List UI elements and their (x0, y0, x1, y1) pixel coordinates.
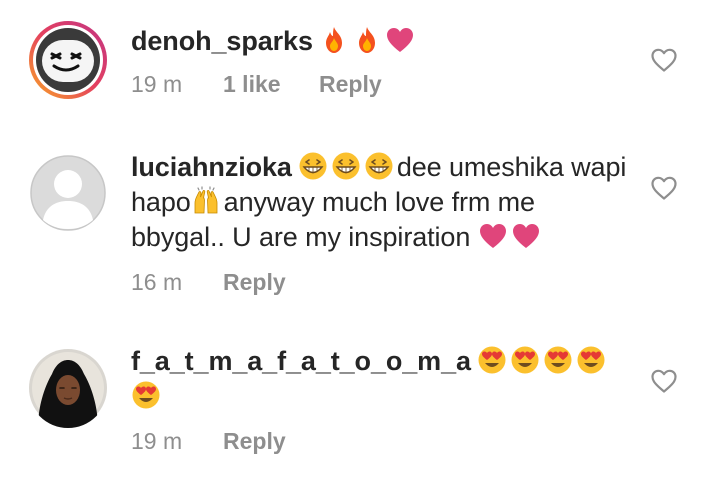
pink-heart-emoji (385, 25, 415, 55)
reply-button[interactable]: Reply (223, 426, 286, 456)
comment-text: denoh_sparks (131, 24, 631, 59)
comment-timestamp: 19 m (131, 428, 183, 454)
reply-button[interactable]: Reply (223, 267, 286, 297)
raising-hands-emoji (191, 186, 221, 216)
avatar-image (29, 349, 107, 428)
heart-eyes-emoji (543, 345, 573, 375)
heart-eyes-emoji (477, 345, 507, 375)
fire-emoji (352, 25, 382, 55)
comment-timestamp: 19 m (131, 71, 183, 97)
default-avatar-icon (30, 155, 106, 231)
pink-heart-emoji (511, 221, 541, 251)
comments-screen: denoh_sparks 19 m1 like Reply luciahnziok… (0, 0, 720, 478)
like-heart-icon[interactable] (650, 175, 678, 201)
avatar[interactable] (28, 348, 108, 428)
comment-username[interactable]: denoh_sparks (131, 26, 313, 56)
reply-button[interactable]: Reply (319, 69, 382, 99)
comment-meta: 19 m Reply (131, 426, 631, 456)
comment-text: luciahnzioka dee umeshika wapi hapo anyway… (131, 150, 631, 255)
comment-timestamp: 16 m (131, 269, 183, 295)
avatar[interactable] (28, 153, 108, 233)
heart-eyes-emoji (576, 345, 606, 375)
comment-meta: 19 m 1 like Reply (131, 69, 631, 99)
avatar[interactable] (28, 20, 108, 100)
grinning-squint-emoji (331, 151, 361, 181)
comment-text: f_a_t_m_a_f_a_t_o_o_m_a (131, 344, 631, 414)
heart-eyes-emoji (131, 380, 161, 410)
avatar-image (29, 21, 107, 99)
pink-heart-emoji (478, 221, 508, 251)
grinning-squint-emoji (298, 151, 328, 181)
like-heart-icon[interactable] (650, 368, 678, 394)
fire-emoji (319, 25, 349, 55)
comment-likes-count[interactable]: 1 like (223, 69, 319, 99)
grinning-squint-emoji (364, 151, 394, 181)
like-heart-icon[interactable] (650, 47, 678, 73)
comment-username[interactable]: f_a_t_m_a_f_a_t_o_o_m_a (131, 346, 471, 376)
comment-meta: 16 m Reply (131, 267, 631, 297)
heart-eyes-emoji (510, 345, 540, 375)
comment-username[interactable]: luciahnzioka (131, 152, 292, 182)
